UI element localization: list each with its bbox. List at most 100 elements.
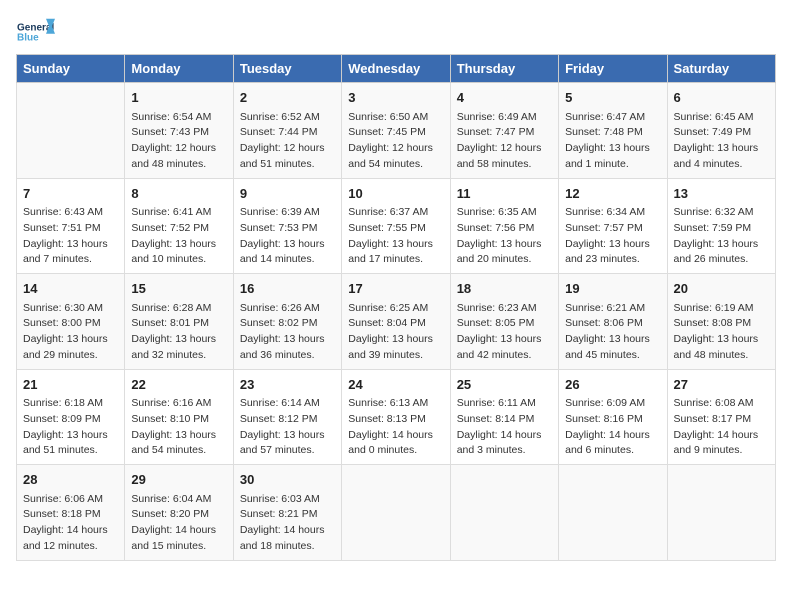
day-number: 1 [131,88,226,108]
day-number: 12 [565,184,660,204]
day-content: Sunrise: 6:47 AM Sunset: 7:48 PM Dayligh… [565,110,660,173]
calendar-cell: 14Sunrise: 6:30 AM Sunset: 8:00 PM Dayli… [17,274,125,370]
svg-text:Blue: Blue [17,32,39,43]
day-number: 20 [674,279,769,299]
day-number: 2 [240,88,335,108]
calendar-cell [667,465,775,561]
week-row-1: 1Sunrise: 6:54 AM Sunset: 7:43 PM Daylig… [17,83,776,179]
day-content: Sunrise: 6:39 AM Sunset: 7:53 PM Dayligh… [240,205,335,268]
day-number: 17 [348,279,443,299]
calendar-cell: 26Sunrise: 6:09 AM Sunset: 8:16 PM Dayli… [559,369,667,465]
calendar-cell: 23Sunrise: 6:14 AM Sunset: 8:12 PM Dayli… [233,369,341,465]
logo: General Blue [16,16,56,46]
day-content: Sunrise: 6:43 AM Sunset: 7:51 PM Dayligh… [23,205,118,268]
day-content: Sunrise: 6:14 AM Sunset: 8:12 PM Dayligh… [240,396,335,459]
day-content: Sunrise: 6:04 AM Sunset: 8:20 PM Dayligh… [131,492,226,555]
calendar-table: SundayMondayTuesdayWednesdayThursdayFrid… [16,54,776,561]
day-header-sunday: Sunday [17,55,125,83]
day-content: Sunrise: 6:32 AM Sunset: 7:59 PM Dayligh… [674,205,769,268]
day-content: Sunrise: 6:11 AM Sunset: 8:14 PM Dayligh… [457,396,552,459]
day-number: 27 [674,375,769,395]
calendar-cell: 4Sunrise: 6:49 AM Sunset: 7:47 PM Daylig… [450,83,558,179]
calendar-cell: 25Sunrise: 6:11 AM Sunset: 8:14 PM Dayli… [450,369,558,465]
day-content: Sunrise: 6:26 AM Sunset: 8:02 PM Dayligh… [240,301,335,364]
day-content: Sunrise: 6:45 AM Sunset: 7:49 PM Dayligh… [674,110,769,173]
day-number: 15 [131,279,226,299]
day-content: Sunrise: 6:03 AM Sunset: 8:21 PM Dayligh… [240,492,335,555]
calendar-cell: 10Sunrise: 6:37 AM Sunset: 7:55 PM Dayli… [342,178,450,274]
day-number: 26 [565,375,660,395]
week-row-5: 28Sunrise: 6:06 AM Sunset: 8:18 PM Dayli… [17,465,776,561]
day-content: Sunrise: 6:35 AM Sunset: 7:56 PM Dayligh… [457,205,552,268]
page-header: General Blue [16,16,776,46]
day-number: 8 [131,184,226,204]
calendar-cell: 1Sunrise: 6:54 AM Sunset: 7:43 PM Daylig… [125,83,233,179]
day-number: 14 [23,279,118,299]
calendar-cell: 22Sunrise: 6:16 AM Sunset: 8:10 PM Dayli… [125,369,233,465]
day-content: Sunrise: 6:41 AM Sunset: 7:52 PM Dayligh… [131,205,226,268]
day-number: 23 [240,375,335,395]
day-number: 24 [348,375,443,395]
day-number: 22 [131,375,226,395]
calendar-cell: 20Sunrise: 6:19 AM Sunset: 8:08 PM Dayli… [667,274,775,370]
day-content: Sunrise: 6:16 AM Sunset: 8:10 PM Dayligh… [131,396,226,459]
day-content: Sunrise: 6:49 AM Sunset: 7:47 PM Dayligh… [457,110,552,173]
day-content: Sunrise: 6:21 AM Sunset: 8:06 PM Dayligh… [565,301,660,364]
calendar-cell [559,465,667,561]
week-row-4: 21Sunrise: 6:18 AM Sunset: 8:09 PM Dayli… [17,369,776,465]
day-number: 9 [240,184,335,204]
day-header-thursday: Thursday [450,55,558,83]
calendar-cell: 7Sunrise: 6:43 AM Sunset: 7:51 PM Daylig… [17,178,125,274]
calendar-cell: 15Sunrise: 6:28 AM Sunset: 8:01 PM Dayli… [125,274,233,370]
day-content: Sunrise: 6:06 AM Sunset: 8:18 PM Dayligh… [23,492,118,555]
calendar-cell: 27Sunrise: 6:08 AM Sunset: 8:17 PM Dayli… [667,369,775,465]
day-number: 21 [23,375,118,395]
day-number: 29 [131,470,226,490]
day-content: Sunrise: 6:50 AM Sunset: 7:45 PM Dayligh… [348,110,443,173]
week-row-2: 7Sunrise: 6:43 AM Sunset: 7:51 PM Daylig… [17,178,776,274]
calendar-cell [342,465,450,561]
day-number: 5 [565,88,660,108]
calendar-cell: 8Sunrise: 6:41 AM Sunset: 7:52 PM Daylig… [125,178,233,274]
day-content: Sunrise: 6:34 AM Sunset: 7:57 PM Dayligh… [565,205,660,268]
day-content: Sunrise: 6:18 AM Sunset: 8:09 PM Dayligh… [23,396,118,459]
day-number: 11 [457,184,552,204]
day-content: Sunrise: 6:30 AM Sunset: 8:00 PM Dayligh… [23,301,118,364]
calendar-cell: 16Sunrise: 6:26 AM Sunset: 8:02 PM Dayli… [233,274,341,370]
calendar-cell: 11Sunrise: 6:35 AM Sunset: 7:56 PM Dayli… [450,178,558,274]
day-number: 10 [348,184,443,204]
day-number: 13 [674,184,769,204]
day-number: 28 [23,470,118,490]
calendar-cell: 29Sunrise: 6:04 AM Sunset: 8:20 PM Dayli… [125,465,233,561]
day-content: Sunrise: 6:23 AM Sunset: 8:05 PM Dayligh… [457,301,552,364]
day-content: Sunrise: 6:37 AM Sunset: 7:55 PM Dayligh… [348,205,443,268]
calendar-cell: 18Sunrise: 6:23 AM Sunset: 8:05 PM Dayli… [450,274,558,370]
calendar-cell: 13Sunrise: 6:32 AM Sunset: 7:59 PM Dayli… [667,178,775,274]
day-number: 6 [674,88,769,108]
day-header-monday: Monday [125,55,233,83]
day-number: 4 [457,88,552,108]
calendar-cell: 19Sunrise: 6:21 AM Sunset: 8:06 PM Dayli… [559,274,667,370]
day-number: 25 [457,375,552,395]
day-content: Sunrise: 6:52 AM Sunset: 7:44 PM Dayligh… [240,110,335,173]
day-number: 3 [348,88,443,108]
day-number: 19 [565,279,660,299]
calendar-cell [17,83,125,179]
week-row-3: 14Sunrise: 6:30 AM Sunset: 8:00 PM Dayli… [17,274,776,370]
calendar-cell: 30Sunrise: 6:03 AM Sunset: 8:21 PM Dayli… [233,465,341,561]
calendar-cell: 5Sunrise: 6:47 AM Sunset: 7:48 PM Daylig… [559,83,667,179]
day-content: Sunrise: 6:09 AM Sunset: 8:16 PM Dayligh… [565,396,660,459]
calendar-cell: 21Sunrise: 6:18 AM Sunset: 8:09 PM Dayli… [17,369,125,465]
calendar-cell: 12Sunrise: 6:34 AM Sunset: 7:57 PM Dayli… [559,178,667,274]
day-header-friday: Friday [559,55,667,83]
day-number: 18 [457,279,552,299]
day-header-tuesday: Tuesday [233,55,341,83]
logo-icon: General Blue [16,16,56,44]
day-number: 16 [240,279,335,299]
calendar-cell: 28Sunrise: 6:06 AM Sunset: 8:18 PM Dayli… [17,465,125,561]
calendar-cell: 2Sunrise: 6:52 AM Sunset: 7:44 PM Daylig… [233,83,341,179]
calendar-cell: 24Sunrise: 6:13 AM Sunset: 8:13 PM Dayli… [342,369,450,465]
calendar-cell: 3Sunrise: 6:50 AM Sunset: 7:45 PM Daylig… [342,83,450,179]
day-content: Sunrise: 6:13 AM Sunset: 8:13 PM Dayligh… [348,396,443,459]
day-content: Sunrise: 6:25 AM Sunset: 8:04 PM Dayligh… [348,301,443,364]
